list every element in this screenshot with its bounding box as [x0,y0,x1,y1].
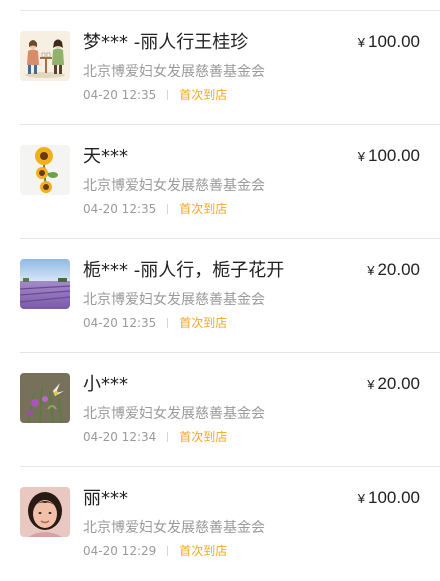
donation-meta: 04-20 12:34 首次到店 [83,429,227,445]
donation-meta: 04-20 12:29 首次到店 [83,543,227,559]
first-visit-tag: 首次到店 [179,88,228,102]
organization-name: 北京博爱妇女发展慈善基金会 [83,520,265,536]
avatar [20,31,70,81]
avatar [20,487,70,537]
donor-name: 天*** [83,146,128,167]
currency-symbol: ¥ [367,377,375,392]
donor-name: 小*** [83,374,128,395]
meta-separator [167,432,169,442]
organization-name: 北京博爱妇女发展慈善基金会 [83,406,265,422]
amount-value: 100.00 [368,488,420,507]
donation-row[interactable]: 梦*** -丽人行王桂珍 ¥100.00 北京博爱妇女发展慈善基金会 04-20… [0,11,440,125]
avatar [20,373,70,423]
portrait-photo-icon [20,487,70,537]
donation-amount: ¥100.00 [358,31,420,54]
currency-symbol: ¥ [367,263,375,278]
wild-flowers-photo-icon [20,373,70,423]
amount-value: 20.00 [377,374,420,393]
organization-name: 北京博爱妇女发展慈善基金会 [83,178,265,194]
meta-separator [167,318,169,328]
donation-amount: ¥20.00 [367,373,420,396]
first-visit-tag: 首次到店 [179,544,228,558]
donation-amount: ¥100.00 [358,145,420,168]
donation-row[interactable]: 丽*** ¥100.00 北京博爱妇女发展慈善基金会 04-20 12:29 首次… [0,467,440,581]
donation-list: 梦*** -丽人行王桂珍 ¥100.00 北京博爱妇女发展慈善基金会 04-20… [0,11,440,581]
donation-row[interactable]: 栀*** -丽人行，栀子花开 ¥20.00 北京博爱妇女发展慈善基金会 04-2… [0,239,440,353]
donation-time: 04-20 12:34 [83,430,157,444]
amount-value: 100.00 [368,32,420,51]
donation-time: 04-20 12:29 [83,544,157,558]
amount-value: 20.00 [377,260,420,279]
donation-meta: 04-20 12:35 首次到店 [83,87,227,103]
couple-cafe-illustration-icon [20,31,70,81]
avatar [20,259,70,309]
donor-name: 栀*** -丽人行，栀子花开 [83,260,285,281]
amount-value: 100.00 [368,146,420,165]
donation-time: 04-20 12:35 [83,316,157,330]
avatar [20,145,70,195]
donor-name: 梦*** -丽人行王桂珍 [83,32,249,53]
currency-symbol: ¥ [357,35,365,50]
organization-name: 北京博爱妇女发展慈善基金会 [83,64,265,80]
currency-symbol: ¥ [357,491,365,506]
donation-time: 04-20 12:35 [83,202,157,216]
meta-separator [167,546,169,556]
donation-time: 04-20 12:35 [83,88,157,102]
first-visit-tag: 首次到店 [179,316,228,330]
donation-row[interactable]: 小*** ¥20.00 北京博爱妇女发展慈善基金会 04-20 12:34 首次到… [0,353,440,467]
first-visit-tag: 首次到店 [179,202,228,216]
meta-separator [167,90,169,100]
organization-name: 北京博爱妇女发展慈善基金会 [83,292,265,308]
donation-amount: ¥100.00 [358,487,420,510]
sunflowers-photo-icon [20,145,70,195]
first-visit-tag: 首次到店 [179,430,228,444]
donation-amount: ¥20.00 [367,259,420,282]
currency-symbol: ¥ [357,149,365,164]
donation-meta: 04-20 12:35 首次到店 [83,315,227,331]
meta-separator [167,204,169,214]
donor-name: 丽*** [83,488,128,509]
donation-meta: 04-20 12:35 首次到店 [83,201,227,217]
lavender-field-photo-icon [20,259,70,309]
donation-row[interactable]: 天*** ¥100.00 北京博爱妇女发展慈善基金会 04-20 12:35 首次… [0,125,440,239]
